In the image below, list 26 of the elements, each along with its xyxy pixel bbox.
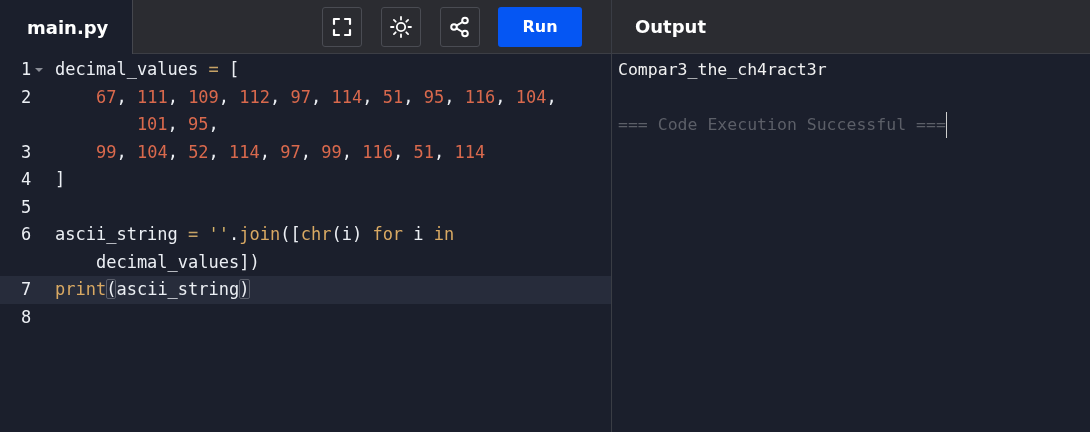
line-number: 3 (21, 140, 32, 164)
text-cursor (945, 111, 947, 138)
sun-icon (389, 14, 413, 39)
run-button[interactable]: Run (498, 6, 582, 47)
share-button[interactable] (440, 6, 480, 47)
output-text: Compar3_the_ch4ract3r (618, 59, 828, 81)
share-icon (448, 14, 472, 39)
file-tab[interactable]: main.py (0, 0, 133, 54)
line-number: 7 (21, 278, 32, 301)
line-number: 8 (21, 305, 32, 329)
line-number: 2 (21, 85, 32, 109)
line-number: 5 (21, 195, 32, 219)
fullscreen-button[interactable] (322, 6, 362, 47)
line-number: 1 (21, 58, 32, 81)
status-message: === Code Execution Successful === (618, 114, 946, 136)
fold-caret-icon[interactable] (35, 67, 44, 72)
code-line: ascii_string = ''.join([chr(i) for i in decimal_values]) (55, 223, 456, 274)
code-line: 99, 104, 52, 114, 97, 99, 116, 51, 114 (94, 140, 487, 164)
code-line: 67, 111, 109, 112, 97, 114, 51, 95, 116, 104, 101, 95, (94, 85, 558, 136)
code-line: decimal_values = [ (55, 58, 241, 81)
line-number: 6 (21, 223, 32, 246)
code-line: ] (55, 168, 67, 191)
output-title: Output (635, 16, 707, 37)
sun-button[interactable] (381, 6, 421, 47)
code-line: print(ascii_string) (55, 278, 251, 301)
line-number: 4 (21, 168, 32, 191)
